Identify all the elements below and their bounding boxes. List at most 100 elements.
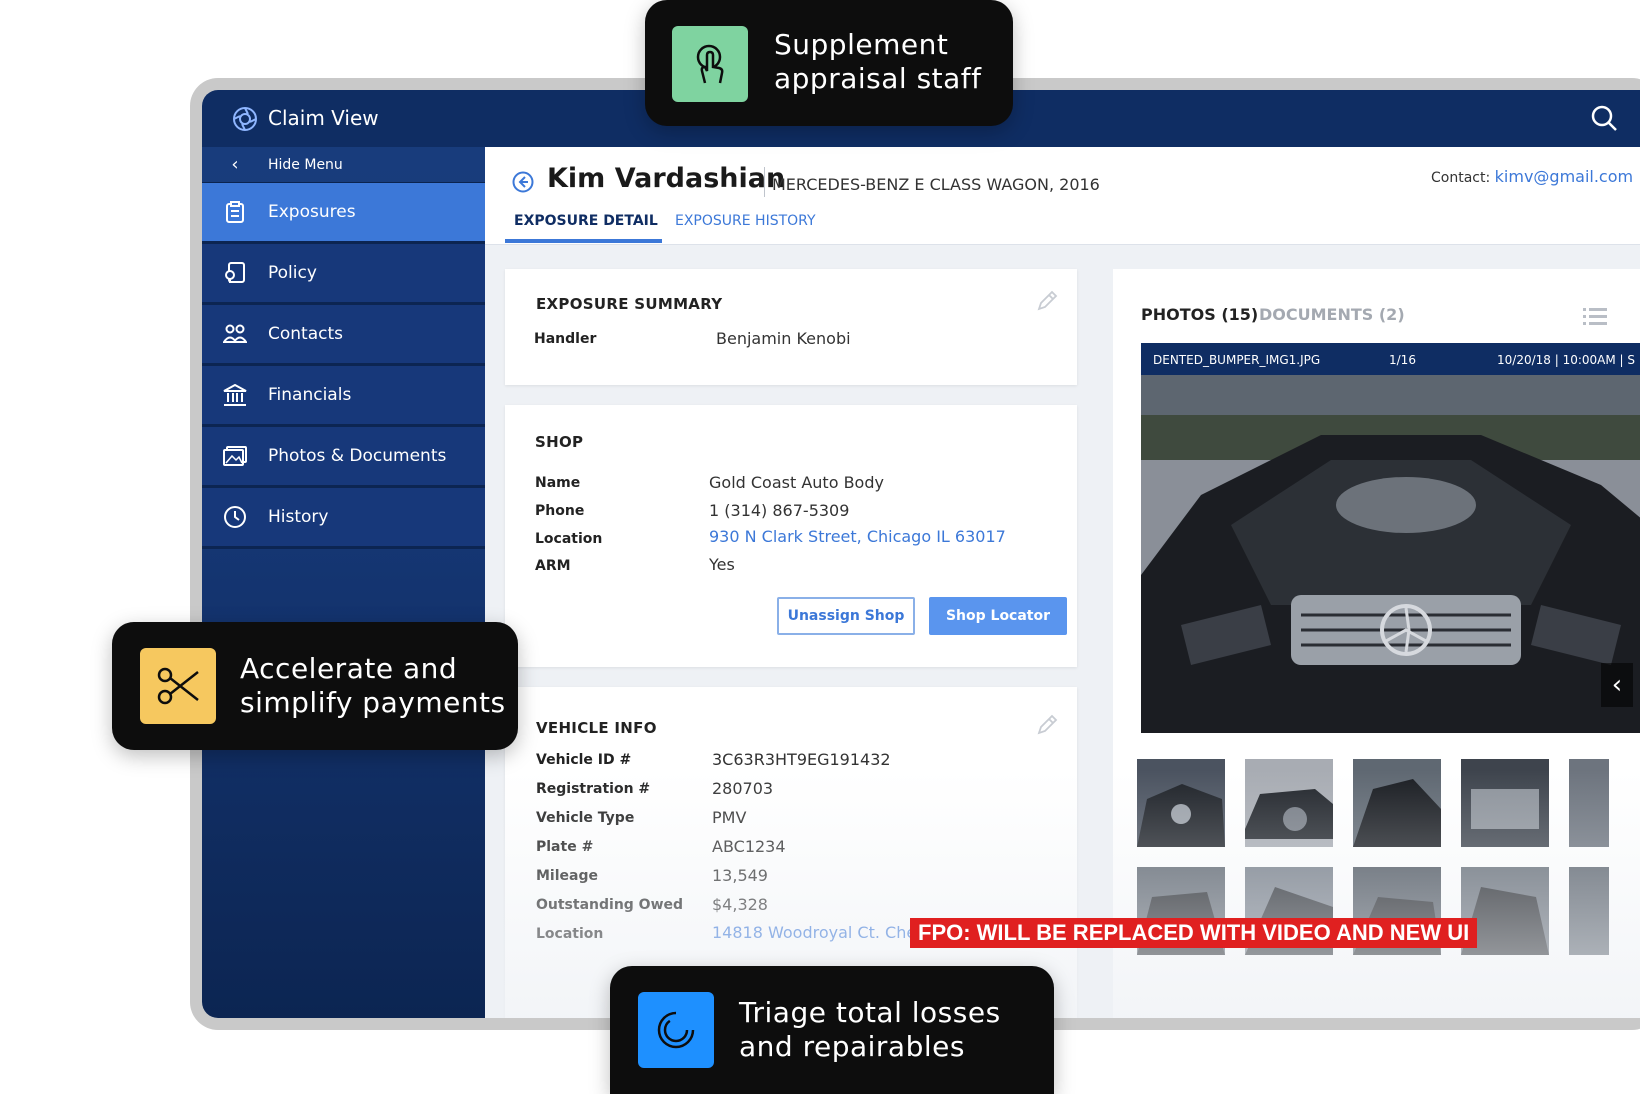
sidebar-item-label: Financials — [268, 385, 352, 405]
shop-phone-value: 1 (314) 867-5309 — [709, 501, 850, 520]
outstanding-owed-label: Outstanding Owed — [536, 897, 684, 913]
vehicle-id-value: 3C63R3HT9EG191432 — [712, 750, 891, 769]
shop-locator-button[interactable]: Shop Locator — [929, 597, 1067, 635]
app-title: Claim View — [268, 106, 379, 130]
vehicle-type-value: PMV — [712, 808, 747, 827]
callout-line: Accelerate and — [240, 652, 458, 685]
mileage-label: Mileage — [536, 868, 598, 884]
callout-line: Triage total losses — [739, 996, 1001, 1029]
unassign-shop-button[interactable]: Unassign Shop — [777, 597, 915, 635]
back-arrow-icon[interactable] — [512, 171, 534, 193]
mileage-value: 13,549 — [712, 866, 768, 885]
callout-payments-text: Accelerate and simplify payments — [240, 652, 506, 720]
vehicle-info-title: VEHICLE INFO — [536, 719, 657, 737]
scissors-icon — [140, 648, 216, 724]
shop-phone-label: Phone — [535, 503, 585, 519]
sidebar-item-policy[interactable]: Policy — [202, 244, 485, 305]
photos-panel: PHOTOS (15) DOCUMENTS (2) DENTED_BUMPER_… — [1113, 269, 1640, 1018]
callout-payments: Accelerate and simplify payments — [112, 622, 518, 750]
photos-icon — [202, 446, 268, 466]
hide-menu-button[interactable]: ‹ Hide Menu — [202, 147, 485, 183]
registration-value: 280703 — [712, 779, 774, 798]
outstanding-owed-value: $4,328 — [712, 895, 768, 914]
sidebar-item-label: History — [268, 507, 329, 527]
tab-exposure-detail[interactable]: EXPOSURE DETAIL — [505, 213, 662, 243]
photo-info-bar: DENTED_BUMPER_IMG1.JPG 1/16 10/20/18 | 1… — [1141, 343, 1640, 375]
sidebar-item-history[interactable]: History — [202, 488, 485, 549]
callout-supplement: Supplement appraisal staff — [645, 0, 1013, 126]
vehicle-title: MERCEDES-BENZ E CLASS WAGON, 2016 — [772, 175, 1100, 194]
shop-location-label: Location — [535, 531, 603, 547]
shop-name-label: Name — [535, 475, 581, 491]
sidebar-item-contacts[interactable]: Contacts — [202, 305, 485, 366]
sidebar: ‹ Hide Menu Exposures Policy Contacts Fi… — [202, 147, 485, 1018]
exposure-summary-card: EXPOSURE SUMMARY Handler Benjamin Kenobi — [505, 269, 1077, 385]
hide-menu-label: Hide Menu — [268, 156, 343, 173]
policy-icon — [202, 262, 268, 284]
bank-icon — [202, 384, 268, 406]
photo-thumbnail[interactable] — [1353, 759, 1441, 847]
search-icon[interactable] — [1590, 104, 1618, 132]
tab-documents[interactable]: DOCUMENTS (2) — [1259, 305, 1405, 324]
vehicle-type-label: Vehicle Type — [536, 810, 635, 826]
photo-counter: 1/16 — [1389, 353, 1416, 367]
sidebar-item-label: Photos & Documents — [268, 446, 447, 466]
photo-filename: DENTED_BUMPER_IMG1.JPG — [1153, 353, 1321, 367]
touch-icon — [672, 26, 748, 102]
contact-info: Contact: kimv@gmail.com — [1431, 167, 1633, 186]
callout-line: and repairables — [739, 1030, 965, 1063]
edit-pencil-icon[interactable] — [1035, 713, 1059, 737]
shop-location-link[interactable]: 930 N Clark Street, Chicago IL 63017 — [709, 527, 1006, 546]
contact-email-link[interactable]: kimv@gmail.com — [1495, 167, 1633, 186]
clipboard-icon — [202, 201, 268, 223]
shop-arm-value: Yes — [709, 555, 735, 574]
device-frame: Claim View ‹ Hide Menu Exposures Policy … — [190, 78, 1640, 1030]
shop-card: SHOP Name Gold Coast Auto Body Phone 1 (… — [505, 405, 1077, 667]
callout-line: Supplement — [774, 28, 949, 61]
sidebar-item-photos-documents[interactable]: Photos & Documents — [202, 427, 485, 488]
chevron-left-icon: ‹ — [231, 154, 239, 175]
callout-supplement-text: Supplement appraisal staff — [774, 28, 982, 96]
callout-line: appraisal staff — [774, 62, 982, 95]
clock-icon — [202, 505, 268, 529]
photo-thumbnail[interactable] — [1245, 759, 1333, 847]
header-divider — [764, 167, 765, 197]
photo-thumbnail[interactable] — [1461, 759, 1549, 847]
photo-thumbnail[interactable] — [1137, 759, 1225, 847]
vehicle-location-label: Location — [536, 926, 604, 942]
callout-line: simplify payments — [240, 686, 506, 719]
sidebar-item-exposures[interactable]: Exposures — [202, 183, 485, 244]
handler-value: Benjamin Kenobi — [716, 329, 851, 348]
sidebar-item-financials[interactable]: Financials — [202, 366, 485, 427]
app-screen: Claim View ‹ Hide Menu Exposures Policy … — [202, 90, 1640, 1018]
photo-thumbnail[interactable] — [1569, 867, 1609, 955]
handler-label: Handler — [534, 331, 597, 347]
shop-arm-label: ARM — [535, 558, 571, 574]
exposure-summary-title: EXPOSURE SUMMARY — [536, 295, 723, 313]
sidebar-item-label: Policy — [268, 263, 317, 283]
photo-viewer[interactable]: DENTED_BUMPER_IMG1.JPG 1/16 10/20/18 | 1… — [1141, 343, 1640, 733]
callout-triage: Triage total losses and repairables — [610, 966, 1054, 1094]
plate-label: Plate # — [536, 839, 594, 855]
registration-label: Registration # — [536, 781, 651, 797]
contact-label: Contact: — [1431, 170, 1491, 186]
damaged-car-photo — [1141, 375, 1640, 733]
claim-header: Kim Vardashian MERCEDES-BENZ E CLASS WAG… — [485, 147, 1640, 245]
previous-photo-button[interactable]: ‹ — [1601, 663, 1633, 707]
photo-thumbnail[interactable] — [1569, 759, 1609, 847]
plate-value: ABC1234 — [712, 837, 786, 856]
sidebar-item-label: Contacts — [268, 324, 343, 344]
tab-photos[interactable]: PHOTOS (15) — [1141, 305, 1258, 324]
edit-pencil-icon[interactable] — [1035, 289, 1059, 313]
loading-ring-icon — [638, 992, 714, 1068]
main-content: Kim Vardashian MERCEDES-BENZ E CLASS WAG… — [485, 147, 1640, 1018]
sidebar-item-label: Exposures — [268, 202, 356, 222]
aperture-logo-icon — [233, 107, 257, 131]
contacts-icon — [202, 324, 268, 344]
list-view-icon[interactable] — [1583, 307, 1607, 327]
tab-exposure-history[interactable]: EXPOSURE HISTORY — [675, 213, 816, 239]
callout-triage-text: Triage total losses and repairables — [739, 996, 1001, 1064]
photo-datetime: 10/20/18 | 10:00AM | S — [1497, 353, 1635, 367]
fpo-banner: FPO: WILL BE REPLACED WITH VIDEO AND NEW… — [910, 918, 1478, 948]
vehicle-id-label: Vehicle ID # — [536, 752, 632, 768]
